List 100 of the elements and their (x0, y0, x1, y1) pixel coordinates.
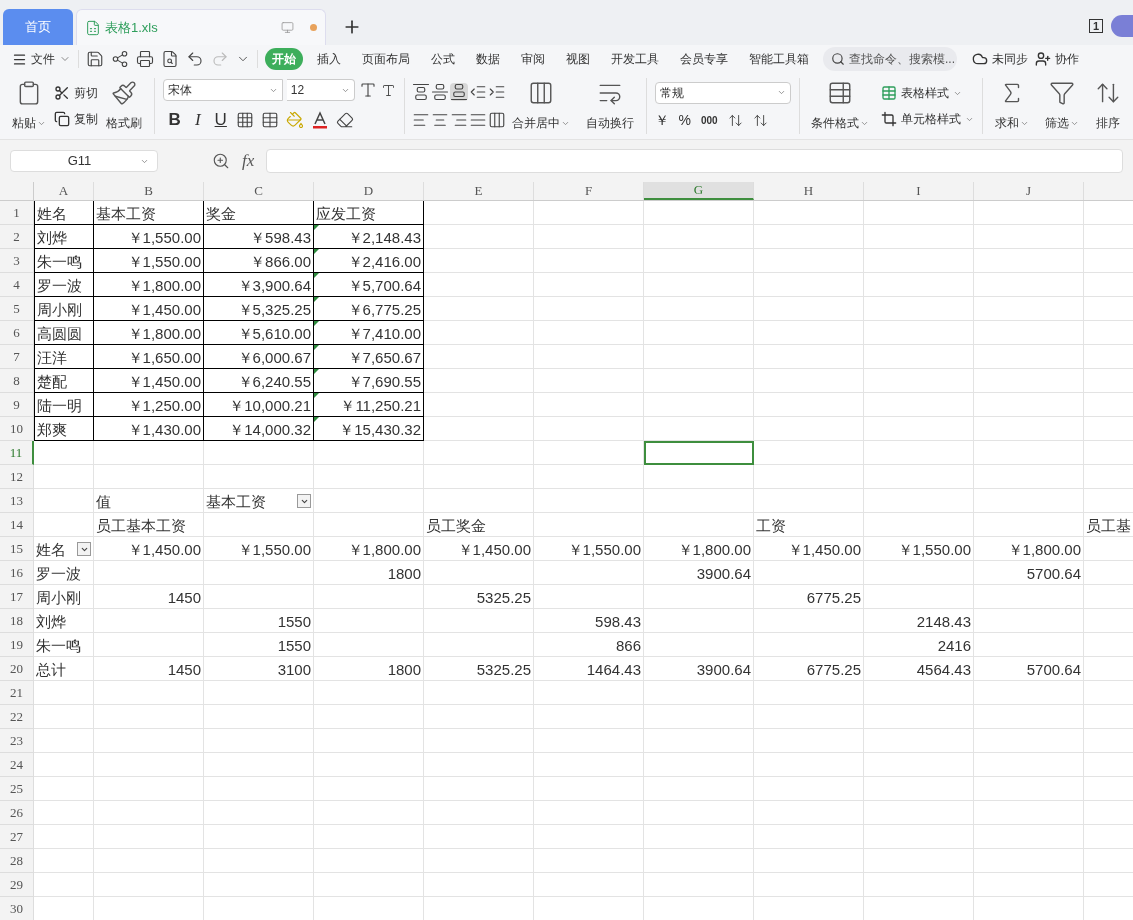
decimal-icon[interactable] (727, 112, 743, 128)
avatar[interactable] (1111, 15, 1133, 37)
align-middle-icon[interactable] (431, 83, 450, 101)
filter-dropdown[interactable] (297, 494, 311, 508)
row-header[interactable]: 12 (0, 465, 34, 489)
row-header[interactable]: 10 (0, 417, 34, 441)
row-header[interactable]: 26 (0, 801, 34, 825)
format-painter-button[interactable]: 格式刷 (102, 80, 146, 132)
collaborate-button[interactable]: 协作 (1035, 50, 1079, 68)
eraser-icon[interactable] (335, 111, 354, 129)
align-top-icon[interactable] (412, 83, 431, 101)
fill-color-icon[interactable] (285, 111, 304, 129)
column-header[interactable]: H (754, 182, 864, 200)
row-header[interactable]: 28 (0, 849, 34, 873)
grow-font-icon[interactable] (358, 81, 377, 100)
undo-icon[interactable] (186, 50, 204, 68)
ribbon-tab[interactable]: 视图 (559, 48, 597, 70)
row-header[interactable]: 11 (0, 441, 34, 465)
cell-style-button[interactable]: 单元格样式 (881, 110, 975, 128)
row-header[interactable]: 25 (0, 777, 34, 801)
name-box[interactable]: G11 (10, 150, 158, 172)
shrink-font-icon[interactable] (380, 82, 396, 98)
justify-icon[interactable] (469, 111, 488, 129)
row-header[interactable]: 15 (0, 537, 34, 561)
row-header[interactable]: 30 (0, 897, 34, 920)
align-bottom-icon[interactable] (450, 83, 469, 101)
conditional-format-button[interactable]: 条件格式 (807, 80, 874, 132)
file-menu[interactable]: 文件 (12, 50, 71, 68)
align-left-icon[interactable] (412, 111, 431, 129)
underline-button[interactable]: U (212, 107, 229, 133)
ribbon-tab[interactable]: 数据 (469, 48, 507, 70)
column-header[interactable]: G (644, 182, 754, 200)
paste-button[interactable]: 粘贴 (8, 80, 50, 132)
indent-icon[interactable] (487, 83, 506, 101)
column-header[interactable]: I (864, 182, 974, 200)
row-header[interactable]: 29 (0, 873, 34, 897)
align-right-icon[interactable] (450, 111, 469, 129)
preview-icon[interactable] (161, 50, 179, 68)
row-header[interactable]: 20 (0, 657, 34, 681)
share-icon[interactable] (111, 50, 129, 68)
row-header[interactable]: 19 (0, 633, 34, 657)
row-header[interactable]: 1 (0, 201, 34, 225)
ribbon-tab[interactable]: 智能工具箱 (742, 48, 816, 70)
filter-dropdown[interactable] (77, 542, 91, 556)
ribbon-tab[interactable]: 会员专享 (673, 48, 735, 70)
merge-center-button[interactable]: 合并居中 (507, 80, 574, 132)
row-header[interactable]: 17 (0, 585, 34, 609)
align-center-icon[interactable] (431, 111, 450, 129)
borders-icon[interactable] (235, 111, 254, 129)
column-header[interactable]: J (974, 182, 1084, 200)
row-header[interactable]: 3 (0, 249, 34, 273)
zoom-icon[interactable] (212, 152, 230, 170)
row-header[interactable]: 27 (0, 825, 34, 849)
column-header[interactable]: D (314, 182, 424, 200)
cut-button[interactable]: 剪切 (54, 84, 98, 102)
row-header[interactable]: 5 (0, 297, 34, 321)
filter-button[interactable]: 筛选 (1040, 80, 1083, 132)
column-header[interactable]: E (424, 182, 534, 200)
function-label[interactable]: fx (242, 148, 255, 174)
row-header[interactable]: 14 (0, 513, 34, 537)
font-select[interactable]: 宋体 (162, 79, 283, 102)
row-header[interactable]: 4 (0, 273, 34, 297)
row-header[interactable]: 8 (0, 369, 34, 393)
row-header[interactable]: 9 (0, 393, 34, 417)
row-header[interactable]: 6 (0, 321, 34, 345)
ribbon-tab[interactable]: 页面布局 (355, 48, 417, 70)
row-header[interactable]: 18 (0, 609, 34, 633)
ribbon-tab[interactable]: 插入 (310, 48, 348, 70)
wrap-text-button[interactable]: 自动换行 (581, 80, 638, 132)
formula-field[interactable] (266, 149, 1123, 173)
italic-button[interactable]: I (189, 107, 206, 133)
row-header[interactable]: 7 (0, 345, 34, 369)
thousands-button[interactable]: 000 (700, 112, 718, 128)
row-header[interactable]: 23 (0, 729, 34, 753)
column-header[interactable]: A (34, 182, 94, 200)
sum-button[interactable]: 求和 (990, 80, 1033, 132)
sort-button[interactable]: 排序 (1090, 80, 1125, 132)
window-count[interactable]: 1 (1088, 19, 1103, 33)
decimal-icon[interactable] (752, 112, 768, 128)
search-field[interactable]: 查找命令、搜索模... (823, 47, 957, 71)
distribute-icon[interactable] (487, 111, 506, 129)
save-icon[interactable] (86, 50, 104, 68)
row-header[interactable]: 13 (0, 489, 34, 513)
print-icon[interactable] (136, 50, 154, 68)
ribbon-tab[interactable]: 开发工具 (604, 48, 666, 70)
percent-button[interactable]: % (678, 109, 691, 131)
row-header[interactable]: 16 (0, 561, 34, 585)
bold-button[interactable]: B (166, 107, 183, 133)
column-header[interactable]: C (204, 182, 314, 200)
outdent-icon[interactable] (469, 83, 488, 101)
number-format-select[interactable]: 常规 (654, 81, 791, 104)
row-header[interactable]: 2 (0, 225, 34, 249)
ribbon-tab[interactable]: 公式 (424, 48, 462, 70)
font-color-icon[interactable] (310, 111, 329, 129)
row-header[interactable]: 22 (0, 705, 34, 729)
size-select[interactable]: 12 (286, 79, 355, 102)
cell-format-icon[interactable] (260, 111, 279, 129)
table-style-button[interactable]: 表格样式 (881, 84, 975, 102)
sync-button[interactable]: 未同步 (972, 50, 1028, 68)
ribbon-tab[interactable]: 审阅 (514, 48, 552, 70)
